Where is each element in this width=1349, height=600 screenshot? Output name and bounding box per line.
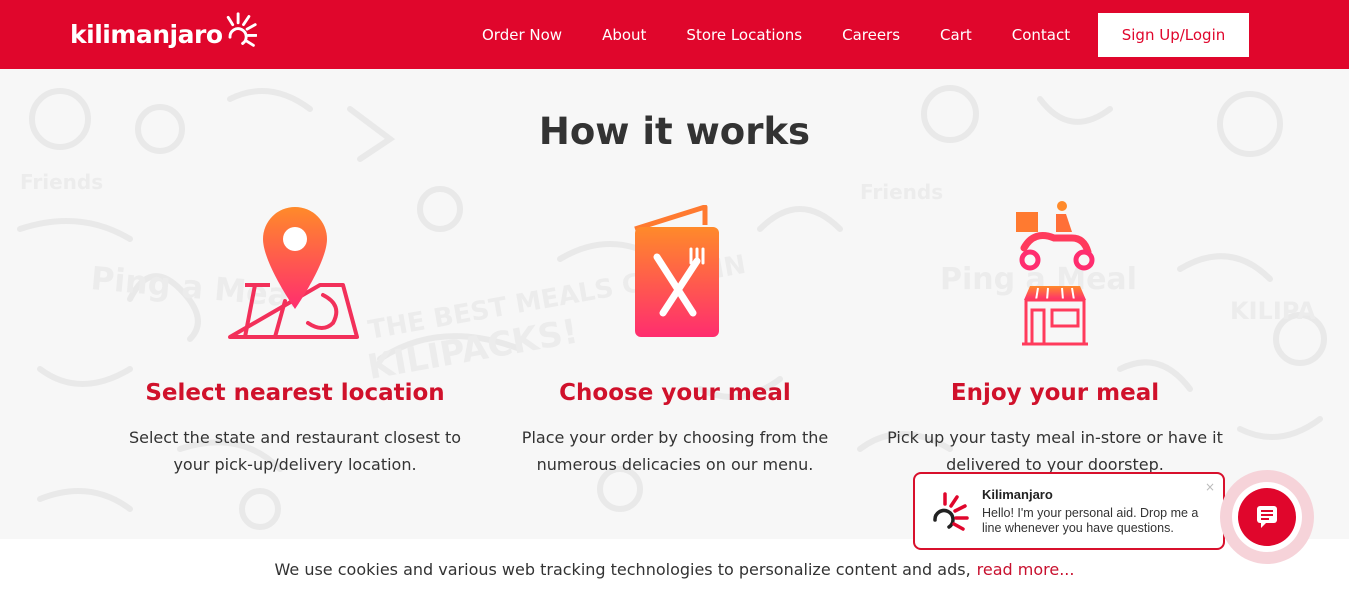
chat-message-icon	[1257, 506, 1277, 528]
page-title: How it works	[538, 110, 811, 153]
nav-about[interactable]: About	[602, 26, 646, 44]
brand-logo[interactable]: kilimanjaro	[70, 12, 257, 56]
delivery-store-icon	[1016, 201, 1095, 346]
step-title: Enjoy your meal	[950, 380, 1160, 406]
menu-book-icon	[634, 205, 719, 337]
kilimanjaro-avatar-icon	[933, 492, 969, 531]
chat-launcher-ring	[1220, 470, 1314, 564]
nav-contact[interactable]: Contact	[1012, 26, 1070, 44]
cookie-text: We use cookies and various web tracking …	[274, 560, 971, 579]
sunburst-logo-icon	[226, 12, 257, 47]
step-enjoy-meal: Enjoy your meal Pick up your tasty meal …	[865, 200, 1245, 478]
chat-launcher-button[interactable]	[1238, 488, 1296, 546]
chat-greeting-popup[interactable]: Kilimanjaro Hello! I'm your personal aid…	[913, 472, 1225, 550]
main-nav: Order Now About Store Locations Careers …	[462, 0, 1090, 69]
nav-store-locations[interactable]: Store Locations	[686, 26, 802, 44]
top-navbar: kilimanjaro Order Now About Store Locati…	[0, 0, 1349, 69]
logo-text: kilimanjaro	[70, 19, 223, 49]
step-choose-meal: Choose your meal Place your order by cho…	[485, 200, 865, 478]
step-description: Pick up your tasty meal in-store or have…	[887, 428, 1223, 474]
nav-careers[interactable]: Careers	[842, 26, 900, 44]
cookie-read-more-link[interactable]: read more...	[977, 560, 1075, 579]
nav-cart[interactable]: Cart	[940, 26, 972, 44]
step-description: Select the state and restaurant closest …	[128, 428, 462, 474]
close-icon[interactable]: ×	[1205, 480, 1215, 494]
signup-login-button[interactable]: Sign Up/Login	[1098, 13, 1249, 57]
step-description: Place your order by choosing from the nu…	[521, 428, 829, 474]
step-select-location: Select nearest location Select the state…	[105, 200, 485, 478]
nav-order-now[interactable]: Order Now	[482, 26, 562, 44]
step-title: Choose your meal	[559, 380, 791, 406]
svg-text:Friends: Friends	[20, 170, 103, 194]
chat-sender-name: Kilimanjaro	[982, 487, 1053, 502]
chat-message: Hello! I'm your personal aid. Drop me a …	[982, 506, 1199, 535]
map-pin-icon	[228, 207, 359, 339]
step-title: Select nearest location	[145, 380, 445, 406]
